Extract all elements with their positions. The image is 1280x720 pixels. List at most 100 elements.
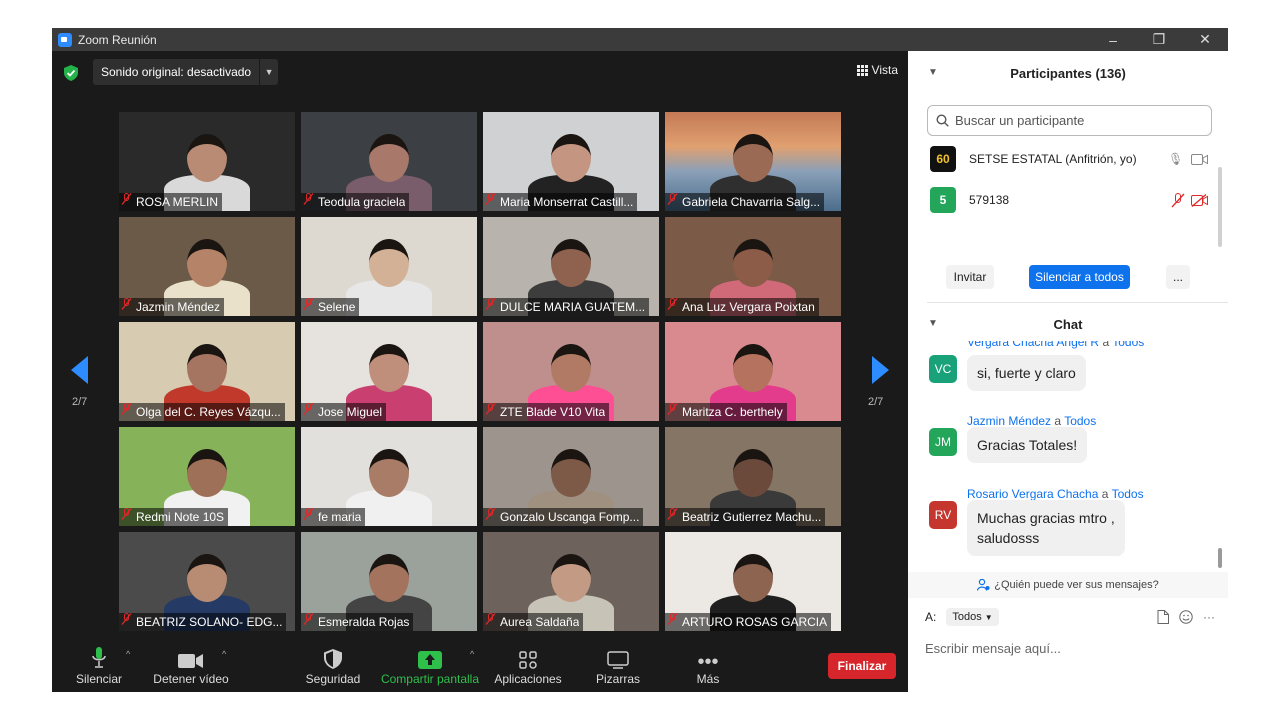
video-tile[interactable]: fe maria: [301, 427, 477, 526]
end-meeting-button[interactable]: Finalizar: [828, 653, 896, 679]
video-off-icon[interactable]: [1191, 194, 1208, 207]
muted-microphone-icon: [121, 508, 132, 526]
video-camera-icon[interactable]: [1191, 154, 1208, 165]
page-indicator-left: 2/7: [72, 396, 88, 408]
view-label: Vista: [871, 63, 898, 77]
sender-name[interactable]: Jazmin Méndez: [967, 414, 1051, 428]
participants-scrollbar[interactable]: [1218, 167, 1222, 247]
participant-video: [551, 134, 591, 182]
whiteboards-button[interactable]: Pizarras: [592, 647, 644, 686]
close-button[interactable]: ✕: [1182, 31, 1228, 48]
side-panel: ▼ Participantes (136) Buscar un particip…: [908, 51, 1228, 692]
previous-page-arrow-icon[interactable]: [71, 356, 88, 384]
participant-video: [187, 239, 227, 287]
video-tile[interactable]: BEATRIZ SOLANO- EDG...: [119, 532, 295, 631]
video-tile[interactable]: Ana Luz Vergara Poixtan: [665, 217, 841, 316]
title-bar: Zoom Reunión – ❐ ✕: [52, 28, 1228, 51]
mute-all-button[interactable]: Silenciar a todos: [1029, 265, 1130, 289]
participant-video: [369, 554, 409, 602]
stop-video-label: Detener vídeo: [153, 672, 229, 686]
chat-title: Chat: [1053, 317, 1083, 332]
tile-name-label: Teodula graciela: [301, 193, 410, 211]
participant-search-input[interactable]: Buscar un participante: [927, 105, 1212, 136]
avatar: RV: [929, 501, 957, 529]
chat-message-input[interactable]: Escribir mensaje aquí...: [925, 641, 1061, 656]
video-tile[interactable]: Olga del C. Reyes Vázqu...: [119, 322, 295, 421]
recipient-name[interactable]: Todos: [1112, 341, 1144, 349]
restore-button[interactable]: ❐: [1136, 31, 1182, 48]
video-tile[interactable]: DULCE MARIA GUATEM...: [483, 217, 659, 316]
panel-divider: [927, 302, 1228, 303]
next-page-arrow-icon[interactable]: [872, 356, 889, 384]
minimize-button[interactable]: –: [1090, 32, 1136, 48]
video-tile[interactable]: Aurea Saldaña: [483, 532, 659, 631]
share-screen-button[interactable]: Compartir pantalla ^: [378, 647, 482, 686]
sender-name[interactable]: Rosario Vergara Chacha: [967, 487, 1098, 501]
tile-name-label: Beatriz Gutierrez Machu...: [665, 508, 826, 526]
recipient-dropdown[interactable]: Todos ▼: [946, 608, 999, 626]
more-button[interactable]: ••• Más: [688, 647, 728, 686]
apps-button[interactable]: Aplicaciones: [492, 647, 564, 686]
view-button[interactable]: Vista: [856, 63, 898, 77]
participant-name: ROSA MERLIN: [136, 195, 219, 209]
sender-name[interactable]: Vergara Chacha Angel R: [967, 341, 1099, 349]
video-tile[interactable]: Gonzalo Uscanga Fomp...: [483, 427, 659, 526]
video-tile[interactable]: ROSA MERLIN: [119, 112, 295, 211]
participant-name: Olga del C. Reyes Vázqu...: [136, 405, 281, 419]
stop-video-button[interactable]: Detener vídeo ^: [150, 647, 232, 686]
video-tile[interactable]: ARTURO ROSAS GARCIA: [665, 532, 841, 631]
participant-video: [733, 449, 773, 497]
apps-icon: [492, 647, 564, 669]
message-header: Jazmin Méndez a Todos: [967, 414, 1096, 428]
invite-button[interactable]: Invitar: [946, 265, 994, 289]
participant-video: [369, 134, 409, 182]
emoji-icon[interactable]: [1179, 610, 1193, 624]
encryption-shield-icon[interactable]: [64, 65, 78, 81]
recipient-name[interactable]: Todos: [1064, 414, 1096, 428]
who-can-see-messages-link[interactable]: ¿Quién puede ver sus mensajes?: [908, 572, 1228, 598]
muted-microphone-icon: [121, 403, 132, 421]
more-options-button[interactable]: ...: [1166, 265, 1190, 289]
muted-microphone-icon: [485, 613, 496, 631]
video-tile[interactable]: Gabriela Chavarria Salg...: [665, 112, 841, 211]
participant-name: ARTURO ROSAS GARCIA: [682, 615, 828, 629]
video-tile[interactable]: Beatriz Gutierrez Machu...: [665, 427, 841, 526]
video-tile[interactable]: Redmi Note 10S: [119, 427, 295, 526]
video-tile[interactable]: ZTE Blade V10 Vita: [483, 322, 659, 421]
chevron-down-icon[interactable]: ▼: [260, 59, 278, 85]
collapse-chevron-icon[interactable]: ▼: [928, 67, 938, 78]
participant-video: [369, 449, 409, 497]
file-icon[interactable]: [1157, 610, 1169, 624]
tile-name-label: ARTURO ROSAS GARCIA: [665, 613, 832, 631]
muted-microphone-icon: [303, 298, 314, 316]
tile-name-label: ZTE Blade V10 Vita: [483, 403, 610, 421]
participant-row[interactable]: 60 SETSE ESTATAL (Anfitrión, yo) 🎙: [930, 145, 1210, 173]
security-button[interactable]: Seguridad: [304, 647, 362, 686]
original-sound-dropdown[interactable]: Sonido original: desactivado ▼: [93, 59, 279, 85]
collapse-chevron-icon[interactable]: ▼: [928, 318, 938, 329]
chat-scrollbar[interactable]: [1218, 548, 1222, 568]
person-visibility-icon: [977, 579, 990, 591]
video-tile[interactable]: Jazmin Méndez: [119, 217, 295, 316]
avatar: 60: [930, 146, 956, 172]
more-dots-icon[interactable]: ···: [1203, 610, 1215, 624]
video-tile[interactable]: Selene: [301, 217, 477, 316]
microphone-icon[interactable]: 🎙: [1168, 152, 1183, 166]
tile-name-label: Maria Monserrat Castill...: [483, 193, 638, 211]
video-tile[interactable]: Esmeralda Rojas: [301, 532, 477, 631]
muted-microphone-icon[interactable]: [1171, 193, 1185, 208]
video-tile[interactable]: Jose Miguel: [301, 322, 477, 421]
video-options-caret-icon[interactable]: ^: [222, 649, 226, 659]
participant-row[interactable]: 5 579138: [930, 186, 1210, 214]
mute-button[interactable]: Silenciar ^: [74, 647, 130, 686]
recipient-name[interactable]: Todos: [1112, 487, 1144, 501]
audio-options-caret-icon[interactable]: ^: [126, 649, 130, 659]
video-tile[interactable]: Maritza C. berthely: [665, 322, 841, 421]
more-label: Más: [696, 672, 720, 686]
share-options-caret-icon[interactable]: ^: [470, 649, 474, 659]
video-gallery: ROSA MERLIN Teodula graciela Maria Monserr…: [119, 112, 841, 631]
original-sound-label[interactable]: Sonido original: desactivado: [93, 59, 261, 85]
video-tile[interactable]: Teodula graciela: [301, 112, 477, 211]
video-tile[interactable]: Maria Monserrat Castill...: [483, 112, 659, 211]
to-label: A:: [925, 610, 937, 624]
